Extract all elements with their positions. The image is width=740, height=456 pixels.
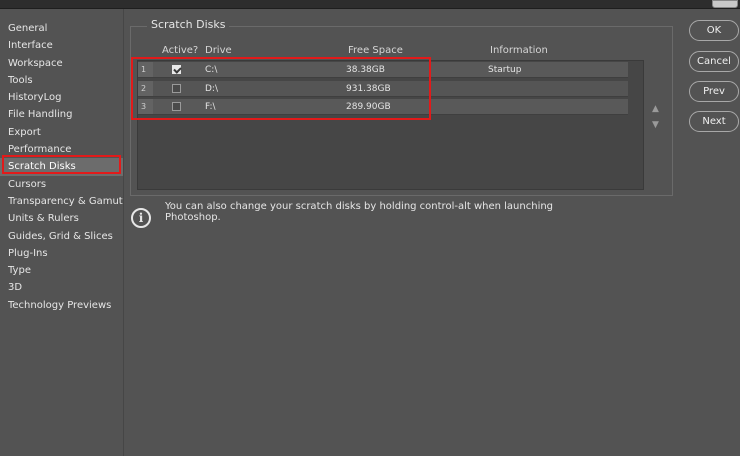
sidebar-item-cursors[interactable]: Cursors (0, 176, 123, 193)
active-checkbox[interactable] (172, 84, 181, 93)
active-checkbox[interactable] (172, 65, 181, 74)
group-title: Scratch Disks (147, 18, 230, 31)
sidebar-item-interface[interactable]: Interface (0, 37, 123, 54)
next-button[interactable]: Next (689, 111, 739, 132)
sidebar-item-tools[interactable]: Tools (0, 72, 123, 89)
drive-cell: C:\ (205, 65, 218, 75)
ok-button[interactable]: OK (689, 20, 739, 41)
sidebar-item-historylog[interactable]: HistoryLog (0, 89, 123, 106)
column-header-active: Active? (162, 45, 199, 56)
scratch-disk-table (137, 60, 644, 190)
drive-cell: F:\ (205, 102, 216, 112)
prev-button[interactable]: Prev (689, 81, 739, 102)
move-up-icon[interactable]: ▲ (652, 104, 659, 114)
sidebar-item-guides-grid-slices[interactable]: Guides, Grid & Slices (0, 228, 123, 245)
sidebar-item-type[interactable]: Type (0, 262, 123, 279)
column-header-free-space: Free Space (348, 45, 403, 56)
sidebar-item-file-handling[interactable]: File Handling (0, 106, 123, 123)
cancel-button[interactable]: Cancel (689, 51, 739, 72)
free-space-cell: 289.90GB (346, 102, 391, 112)
table-row[interactable]: 1 C:\ 38.38GB Startup (138, 62, 628, 78)
free-space-cell: 38.38GB (346, 65, 385, 75)
sidebar-list: General Interface Workspace Tools Histor… (0, 9, 123, 314)
sidebar-item-general[interactable]: General (0, 20, 123, 37)
column-header-information: Information (490, 45, 548, 56)
sidebar-item-units-rulers[interactable]: Units & Rulers (0, 210, 123, 227)
preferences-sidebar: General Interface Workspace Tools Histor… (0, 9, 124, 456)
column-header-drive: Drive (205, 45, 232, 56)
sidebar-item-scratch-disks[interactable]: Scratch Disks (0, 158, 123, 176)
drive-cell: D:\ (205, 84, 218, 94)
active-checkbox[interactable] (172, 102, 181, 111)
window-close-button[interactable] (712, 0, 738, 8)
sidebar-item-technology-previews[interactable]: Technology Previews (0, 297, 123, 314)
row-index: 2 (138, 81, 153, 96)
row-index: 3 (138, 99, 153, 114)
row-index: 1 (138, 62, 153, 77)
information-cell: Startup (488, 65, 522, 75)
table-row[interactable]: 2 D:\ 931.38GB (138, 81, 628, 97)
info-icon: i (131, 208, 151, 228)
table-row[interactable]: 3 F:\ 289.90GB (138, 99, 628, 115)
sidebar-item-plug-ins[interactable]: Plug-Ins (0, 245, 123, 262)
free-space-cell: 931.38GB (346, 84, 391, 94)
info-message: You can also change your scratch disks b… (165, 201, 554, 223)
move-down-icon[interactable]: ▼ (652, 120, 659, 130)
sidebar-item-export[interactable]: Export (0, 124, 123, 141)
title-bar (0, 0, 740, 9)
sidebar-item-transparency-gamut[interactable]: Transparency & Gamut (0, 193, 123, 210)
sidebar-item-performance[interactable]: Performance (0, 141, 123, 158)
sidebar-item-workspace[interactable]: Workspace (0, 55, 123, 72)
sidebar-item-3d[interactable]: 3D (0, 279, 123, 296)
